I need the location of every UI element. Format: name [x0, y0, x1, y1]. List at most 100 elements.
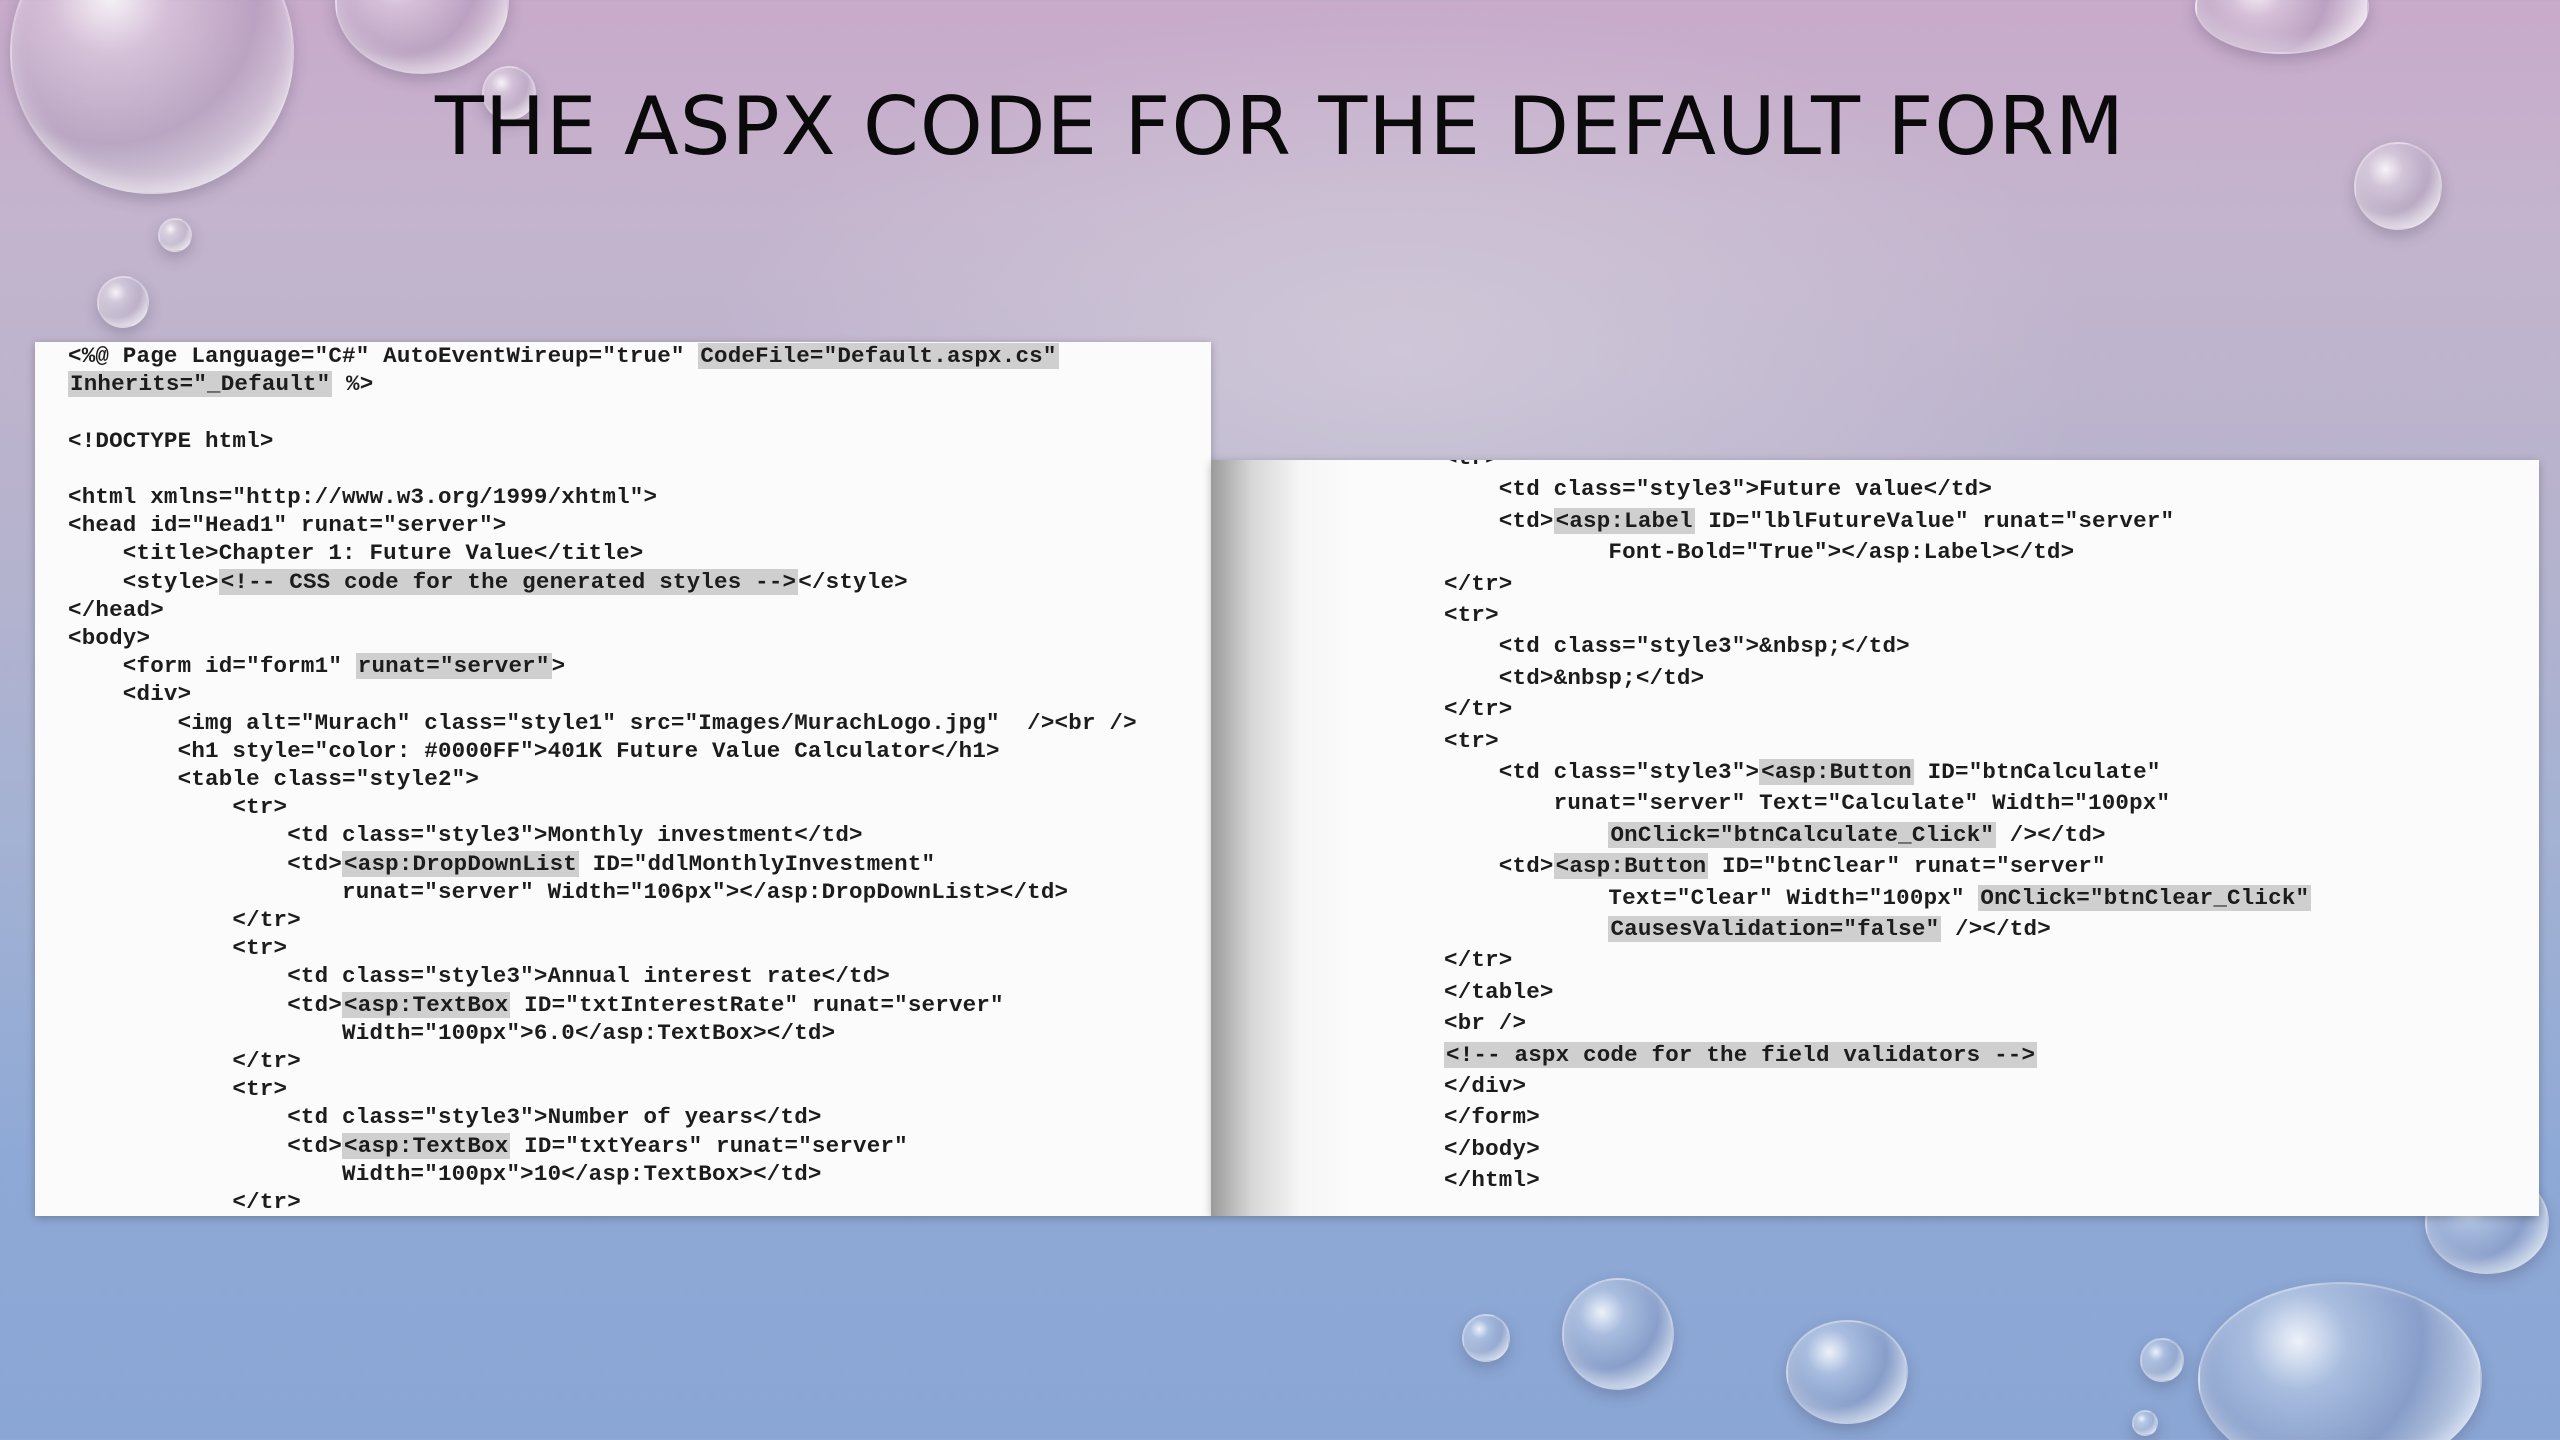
- code-text: <style>: [68, 568, 219, 595]
- highlighted-code: <asp:DropDownList: [342, 850, 579, 877]
- code-text: </body>: [1444, 1135, 1540, 1162]
- code-line: <td><asp:Label ID="lblFutureValue" runat…: [1444, 507, 2174, 535]
- code-line: </tr>: [1444, 570, 1513, 598]
- highlighted-code: <!-- aspx code for the field validators …: [1444, 1041, 2038, 1068]
- code-line: <br />: [1444, 1009, 1526, 1037]
- highlighted-code: OnClick="btnCalculate_Click": [1608, 821, 1997, 848]
- code-text: >: [551, 653, 566, 680]
- code-line: </form>: [1444, 1103, 1540, 1131]
- code-line: </html>: [1444, 1166, 1540, 1194]
- code-line: <td class="style3">Number of years</td>: [68, 1103, 822, 1131]
- code-line: </body>: [1444, 1135, 1540, 1163]
- code-text: </tr>: [1444, 696, 1513, 723]
- code-line: <td><asp:Button ID="btnClear" runat="ser…: [1444, 852, 2106, 880]
- water-drop-decoration: [158, 218, 192, 252]
- highlighted-code: CodeFile="Default.aspx.cs": [698, 343, 1059, 369]
- code-line: OnClick="btnCalculate_Click" /></td>: [1444, 821, 2106, 849]
- code-text: /></td>: [1941, 916, 2051, 942]
- code-text: %>: [332, 371, 374, 398]
- code-line: runat="server" Width="106px"></asp:DropD…: [68, 878, 1068, 906]
- code-line: CausesValidation="false" /></td>: [1444, 915, 2051, 943]
- code-text: <tr>: [68, 1076, 288, 1103]
- code-text: Width="100px">10</asp:TextBox></td>: [68, 1160, 822, 1187]
- code-line: <div>: [68, 680, 191, 708]
- code-line: <tr>: [68, 793, 287, 821]
- code-line: <tr>: [1444, 460, 1499, 472]
- code-line: </tr>: [68, 1188, 301, 1216]
- code-line: </div>: [1444, 1072, 1526, 1100]
- code-text: ID="btnCalculate": [1913, 759, 2161, 785]
- code-text: </tr>: [68, 1189, 301, 1215]
- code-text: </table>: [1444, 978, 1554, 1005]
- code-text: /></td>: [1996, 821, 2106, 848]
- code-text: <head id="Head1" runat="server">: [68, 512, 507, 539]
- code-text: </tr>: [68, 907, 301, 933]
- code-text: ID="txtYears" runat="server": [510, 1132, 908, 1159]
- code-text: </head>: [68, 596, 164, 623]
- code-text: runat="server" Width="106px"></asp:DropD…: [68, 878, 1069, 905]
- code-text: <!DOCTYPE html>: [68, 427, 274, 454]
- code-text: <img alt="Murach" class="style1" src="Im…: [68, 709, 1137, 736]
- code-text: <td class="style3">Monthly investment</t…: [68, 822, 863, 849]
- water-drop-decoration: [1462, 1314, 1510, 1362]
- code-text: <td class="style3">Annual interest rate<…: [68, 963, 891, 990]
- highlighted-code: runat="server": [355, 653, 552, 680]
- code-screenshot-right: <tr> <td class="style3">Future value</td…: [1211, 460, 2539, 1216]
- code-line: runat="server" Text="Calculate" Width="1…: [1444, 789, 2170, 817]
- code-line: <td class="style3"><asp:Button ID="btnCa…: [1444, 758, 2161, 786]
- code-text: <td>: [1444, 853, 1554, 880]
- water-drop-decoration: [2198, 1282, 2482, 1440]
- code-line: </head>: [68, 596, 164, 624]
- code-text: <td>: [68, 1132, 343, 1159]
- code-text: <table class="style2">: [68, 766, 480, 792]
- code-line: <tr>: [1444, 727, 1499, 755]
- code-text: <td class="style3">Number of years</td>: [68, 1104, 822, 1131]
- code-line: <head id="Head1" runat="server">: [68, 511, 506, 539]
- code-text: </form>: [1444, 1104, 1540, 1131]
- code-text: <td>: [68, 991, 343, 1018]
- code-text: ID="txtInterestRate" runat="server": [510, 991, 1004, 1018]
- code-line: <td class="style3">Future value</td>: [1444, 475, 1992, 503]
- code-text: </div>: [1444, 1073, 1527, 1099]
- code-text: ID="btnClear" runat="server": [1708, 853, 2106, 880]
- code-text: <tr>: [1444, 602, 1499, 628]
- code-text: runat="server" Text="Calculate" Width="1…: [1444, 790, 2171, 817]
- highlighted-code: <!-- CSS code for the generated styles -…: [218, 568, 799, 595]
- code-line: Width="100px">10</asp:TextBox></td>: [68, 1160, 822, 1188]
- code-text: <title>Chapter 1: Future Value</title>: [68, 540, 644, 567]
- code-text: <td class="style3">: [1444, 759, 1760, 785]
- code-line: <td><asp:TextBox ID="txtYears" runat="se…: [68, 1132, 908, 1160]
- code-line: <tr>: [1444, 601, 1499, 629]
- code-text: <td>: [68, 850, 343, 877]
- code-line: </tr>: [1444, 946, 1513, 974]
- highlighted-code: <asp:Label: [1553, 507, 1695, 534]
- code-line: <td><asp:DropDownList ID="ddlMonthlyInve…: [68, 850, 935, 878]
- code-line: <form id="form1" runat="server">: [68, 652, 565, 680]
- code-line: <html xmlns="http://www.w3.org/1999/xhtm…: [68, 483, 657, 511]
- highlighted-code: <asp:Button: [1553, 853, 1709, 880]
- code-text: <html xmlns="http://www.w3.org/1999/xhtm…: [68, 484, 658, 510]
- code-text: ID="ddlMonthlyInvestment": [578, 850, 936, 877]
- code-line: </tr>: [68, 1047, 301, 1075]
- code-line: <td>&nbsp;</td>: [1444, 664, 1704, 692]
- code-text: <td>&nbsp;</td>: [1444, 664, 1705, 691]
- code-line: Text="Clear" Width="100px" OnClick="btnC…: [1444, 884, 2312, 912]
- water-drop-decoration: [1786, 1320, 1908, 1424]
- highlighted-code: <asp:Button: [1759, 759, 1914, 785]
- code-line: <style><!-- CSS code for the generated s…: [68, 568, 908, 596]
- water-drop-decoration: [335, 0, 509, 74]
- code-text: <td class="style3">Future value</td>: [1444, 476, 1993, 503]
- code-text: </tr>: [1444, 570, 1513, 597]
- code-text: Text="Clear" Width="100px": [1444, 884, 1979, 911]
- code-line: Width="100px">6.0</asp:TextBox></td>: [68, 1019, 835, 1047]
- highlighted-code: OnClick="btnClear_Click": [1978, 884, 2312, 911]
- code-line: <td><asp:TextBox ID="txtInterestRate" ru…: [68, 991, 1004, 1019]
- code-text: <%@ Page Language="C#" AutoEventWireup="…: [68, 343, 699, 369]
- code-text: <br />: [1444, 1010, 1527, 1037]
- code-line: <%@ Page Language="C#" AutoEventWireup="…: [68, 342, 1059, 370]
- water-drop-decoration: [2195, 0, 2369, 54]
- code-text: <body>: [68, 625, 151, 651]
- code-text: <tr>: [68, 935, 288, 962]
- highlighted-code: Inherits="_Default": [68, 371, 333, 398]
